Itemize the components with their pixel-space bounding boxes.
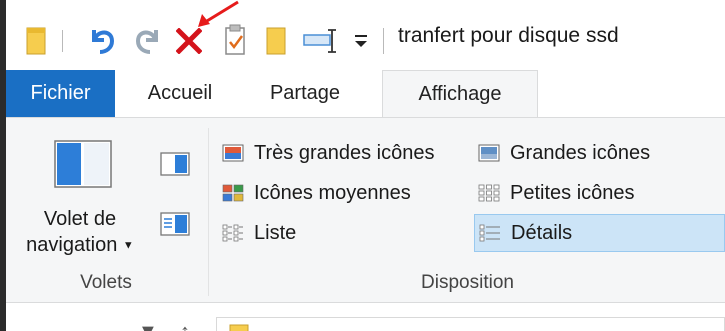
navigation-pane-label-line1: Volet de	[43, 208, 117, 230]
delete-icon[interactable]	[176, 28, 202, 54]
volets-group-label: Volets	[80, 272, 132, 293]
layout-large-icons[interactable]: Grandes icônes	[478, 136, 708, 170]
rename-icon[interactable]	[302, 26, 344, 56]
tab-partage[interactable]: Partage	[250, 70, 360, 117]
folder-icon	[229, 324, 249, 331]
extra-large-icons-icon	[222, 144, 244, 162]
details-icon	[479, 224, 500, 242]
navigation-pane-icon	[54, 140, 112, 188]
ribbon-panel: Volet de navigation ▼ Volets Très grande…	[6, 117, 725, 303]
title-bar: tranfert pour disque ssd	[6, 0, 725, 70]
navigation-pane-label-line2: navigation	[26, 234, 118, 256]
address-field[interactable]	[216, 317, 725, 331]
back-arrow-icon[interactable]: ←	[24, 321, 44, 331]
customize-dropdown-icon[interactable]	[352, 32, 370, 50]
tab-fichier[interactable]: Fichier	[6, 70, 115, 117]
list-icon	[222, 224, 243, 242]
large-icons-icon	[478, 144, 500, 162]
layout-small-icons[interactable]: Petites icônes	[478, 176, 708, 210]
address-bar-row: ← → ▼ ↑	[6, 303, 725, 331]
details-pane-icon[interactable]	[160, 212, 190, 236]
navigation-pane-label-line2-row: navigation ▼	[10, 234, 150, 257]
chevron-down-icon: ▼	[122, 239, 134, 252]
qa-separator	[62, 30, 63, 52]
up-arrow-icon[interactable]: ↑	[180, 321, 190, 331]
layout-extra-large-icons[interactable]: Très grandes icônes	[222, 136, 474, 170]
preview-pane-icon[interactable]	[160, 152, 190, 176]
small-icons-icon	[478, 184, 500, 202]
layout-label: Petites icônes	[510, 181, 635, 204]
title-separator	[383, 28, 384, 54]
layout-label: Détails	[511, 221, 573, 244]
layout-medium-icons[interactable]: Icônes moyennes	[222, 176, 474, 210]
layout-list[interactable]: Liste	[222, 216, 474, 250]
layout-label: Grandes icônes	[510, 141, 651, 164]
medium-icons-icon	[222, 184, 244, 202]
layout-label: Liste	[254, 221, 297, 244]
layout-label: Icônes moyennes	[254, 181, 411, 204]
window-title: tranfert pour disque ssd	[398, 24, 619, 47]
tab-accueil[interactable]: Accueil	[126, 70, 234, 117]
recent-locations-icon[interactable]: ▼	[138, 321, 158, 331]
redo-icon[interactable]	[134, 24, 164, 56]
navigation-pane-button[interactable]: Volet de navigation ▼	[10, 128, 150, 264]
explorer-window: tranfert pour disque ssd Fichier Accueil…	[6, 0, 725, 331]
group-separator	[208, 128, 209, 296]
properties-folder-icon[interactable]	[24, 26, 50, 56]
forward-arrow-icon[interactable]: →	[64, 321, 84, 331]
new-folder-icon[interactable]	[264, 26, 290, 56]
disposition-group-label: Disposition	[421, 272, 514, 293]
tab-affichage[interactable]: Affichage	[382, 70, 538, 118]
layout-details[interactable]: Détails	[474, 214, 725, 252]
layout-label: Très grandes icônes	[254, 141, 435, 164]
undo-icon[interactable]	[86, 24, 116, 56]
ribbon-tabs: Fichier Accueil Partage Affichage	[6, 70, 725, 118]
checkmark-file-icon[interactable]	[222, 24, 250, 58]
